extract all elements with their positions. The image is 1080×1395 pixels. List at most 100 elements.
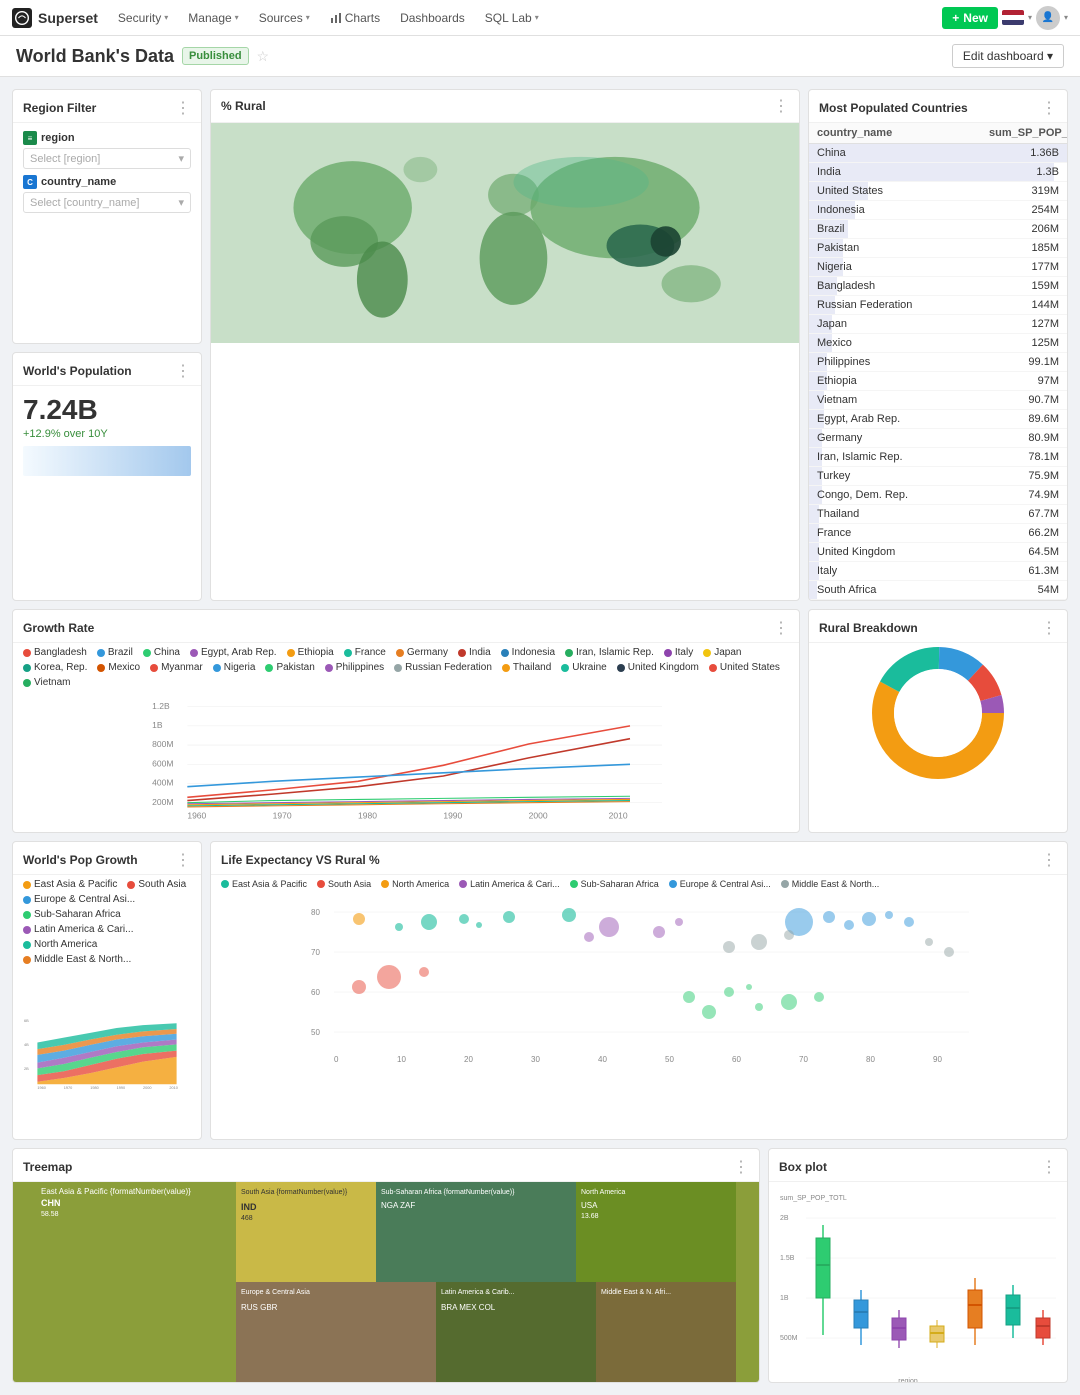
table-row: Germany 80.9M [809, 429, 1067, 448]
legend-dot [317, 880, 325, 888]
new-plus-icon: + [952, 11, 959, 25]
legend-label: North America [34, 939, 97, 950]
new-button[interactable]: + New [942, 7, 998, 29]
legend-label: Pakistan [276, 662, 314, 673]
legend-item: Bangladesh [23, 647, 87, 658]
country-name: Italy [817, 565, 989, 577]
legend-label: Italy [675, 647, 693, 658]
legend-dot [213, 664, 221, 672]
svg-text:1970: 1970 [273, 811, 292, 821]
rural-breakdown-menu-icon[interactable]: ⋮ [1041, 618, 1057, 638]
svg-text:1980: 1980 [90, 1086, 99, 1090]
treemap-svg: East Asia & Pacific {formatNumber(value)… [13, 1182, 759, 1382]
world-population-body: 7.24B +12.9% over 10Y [13, 386, 201, 484]
nav-sqllab[interactable]: SQL Lab ▾ [477, 7, 547, 29]
legend-label: Korea, Rep. [34, 662, 87, 673]
rural-breakdown-card: Rural Breakdown ⋮ [808, 609, 1068, 833]
legend-label: Mexico [108, 662, 140, 673]
legend-item: Italy [664, 647, 693, 658]
svg-text:2010: 2010 [609, 811, 628, 821]
pop-value: 254M [989, 204, 1059, 216]
table-row: Brazil 206M [809, 220, 1067, 239]
region-filter-menu-icon[interactable]: ⋮ [175, 98, 191, 118]
legend-dot [23, 649, 31, 657]
nav-manage[interactable]: Manage ▾ [180, 7, 246, 29]
scatter-chart-svg: 80 70 60 50 0 10 20 30 40 50 60 70 80 90 [219, 897, 1059, 1067]
svg-text:East Asia & Pacific {formatNum: East Asia & Pacific {formatNumber(value)… [41, 1187, 191, 1196]
language-flag[interactable] [1002, 10, 1024, 25]
legend-label: India [469, 647, 491, 658]
legend-label: East Asia & Pacific [34, 879, 117, 890]
pop-value: 206M [989, 223, 1059, 235]
table-row: Turkey 75.9M [809, 467, 1067, 486]
brand-logo[interactable]: Superset [12, 8, 98, 28]
life-expectancy-menu-icon[interactable]: ⋮ [1041, 850, 1057, 870]
legend-dot [23, 956, 31, 964]
map-menu-icon[interactable]: ⋮ [773, 96, 789, 116]
legend-item: Ukraine [561, 662, 606, 673]
table-row: Egypt, Arab Rep. 89.6M [809, 410, 1067, 429]
svg-text:200M: 200M [152, 797, 173, 807]
world-map-svg [211, 123, 799, 343]
country-name: Nigeria [817, 261, 989, 273]
growth-rate-menu-icon[interactable]: ⋮ [773, 618, 789, 638]
growth-rate-legend: Bangladesh Brazil China Egypt, Arab Rep.… [13, 643, 799, 692]
svg-text:Europe & Central Asia: Europe & Central Asia [241, 1289, 310, 1296]
svg-text:90: 90 [933, 1055, 942, 1064]
region-select[interactable]: Select [region] ▾ [23, 148, 191, 169]
legend-label: Latin America & Cari... [470, 879, 560, 889]
country-name: Germany [817, 432, 989, 444]
legend-label: Brazil [108, 647, 133, 658]
boxplot-menu-icon[interactable]: ⋮ [1041, 1157, 1057, 1177]
favorite-star-icon[interactable]: ☆ [257, 48, 270, 65]
legend-item: Europe & Central Asi... [669, 879, 771, 889]
svg-text:RUS GBR: RUS GBR [241, 1303, 278, 1312]
treemap-header: Treemap ⋮ [13, 1149, 759, 1182]
legend-label: Indonesia [512, 647, 555, 658]
table-row: Congo, Dem. Rep. 74.9M [809, 486, 1067, 505]
world-pop-growth-menu-icon[interactable]: ⋮ [175, 850, 191, 870]
treemap-menu-icon[interactable]: ⋮ [733, 1157, 749, 1177]
life-expectancy-header: Life Expectancy VS Rural % ⋮ [211, 842, 1067, 875]
table-row: Russian Federation 144M [809, 296, 1067, 315]
legend-dot [381, 880, 389, 888]
region-filter-card: Region Filter ⋮ ≡ region Select [region]… [12, 89, 202, 344]
nav-charts[interactable]: Charts [322, 7, 388, 29]
most-populated-menu-icon[interactable]: ⋮ [1041, 98, 1057, 118]
legend-dot [221, 880, 229, 888]
growth-rate-card: Growth Rate ⋮ Bangladesh Brazil China Eg… [12, 609, 800, 833]
legend-dot [344, 649, 352, 657]
life-expectancy-chart: 80 70 60 50 0 10 20 30 40 50 60 70 80 90 [211, 893, 1067, 1073]
svg-text:60: 60 [311, 988, 320, 997]
nav-dashboards[interactable]: Dashboards [392, 7, 473, 29]
edit-dashboard-button[interactable]: Edit dashboard ▾ [952, 44, 1064, 68]
country-select[interactable]: Select [country_name] ▾ [23, 192, 191, 213]
rural-breakdown-title: Rural Breakdown [819, 621, 1041, 635]
legend-dot [458, 649, 466, 657]
pop-value: 97M [989, 375, 1059, 387]
legend-label: Sub-Saharan Africa [34, 909, 121, 920]
svg-text:USA: USA [581, 1201, 598, 1210]
country-name: Japan [817, 318, 989, 330]
legend-dot [669, 880, 677, 888]
brand-name: Superset [38, 10, 98, 26]
user-avatar[interactable]: 👤 [1036, 6, 1060, 30]
chevron-down-icon: ▾ [235, 13, 239, 22]
nav-dashboards-label: Dashboards [400, 11, 465, 25]
pop-value: 67.7M [989, 508, 1059, 520]
table-row: France 66.2M [809, 524, 1067, 543]
nav-sources[interactable]: Sources ▾ [251, 7, 318, 29]
pop-value: 64.5M [989, 546, 1059, 558]
flag-chevron-icon: ▾ [1028, 13, 1032, 22]
legend-dot [143, 649, 151, 657]
svg-text:2000: 2000 [529, 811, 548, 821]
legend-label: Middle East & North... [792, 879, 880, 889]
table-row: United States 319M [809, 182, 1067, 201]
svg-text:30: 30 [531, 1055, 540, 1064]
pop-value: 319M [989, 185, 1059, 197]
growth-rate-header: Growth Rate ⋮ [13, 610, 799, 643]
nav-security-label: Security [118, 11, 161, 25]
svg-text:1960: 1960 [37, 1086, 46, 1090]
world-population-menu-icon[interactable]: ⋮ [175, 361, 191, 381]
nav-security[interactable]: Security ▾ [110, 7, 176, 29]
